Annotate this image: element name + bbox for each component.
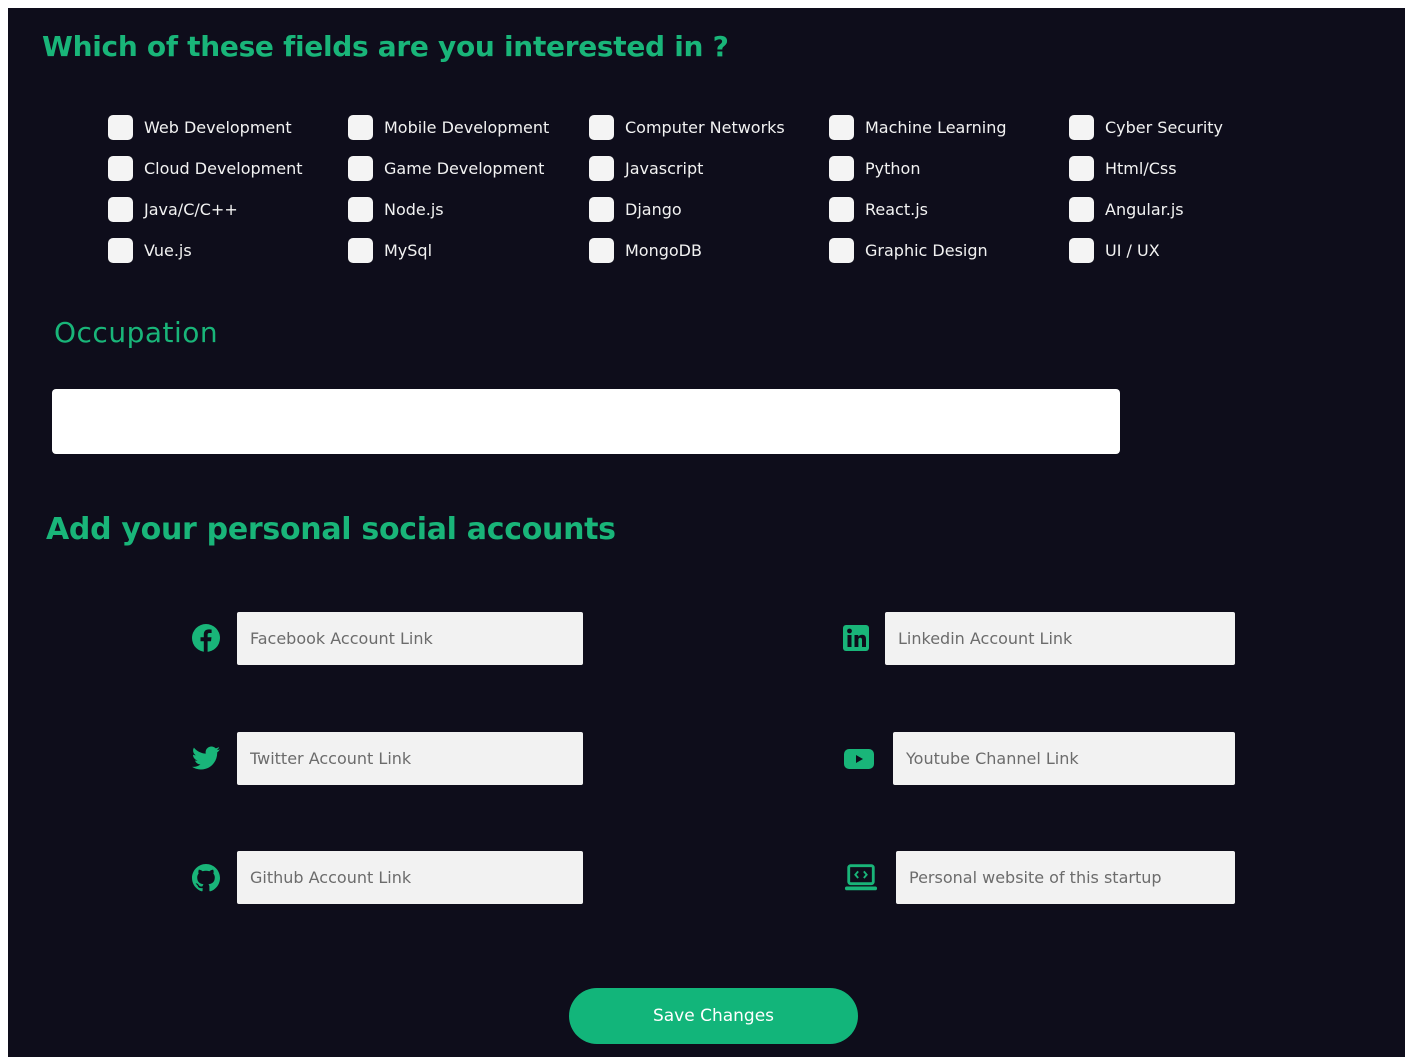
interest-checkbox[interactable] xyxy=(589,196,614,222)
interest-option[interactable]: Cloud Development xyxy=(108,155,303,181)
interest-option[interactable]: Graphic Design xyxy=(829,237,988,263)
interest-checkbox[interactable] xyxy=(589,114,614,140)
interest-checkbox[interactable] xyxy=(829,114,854,140)
linkedin-link-input[interactable] xyxy=(885,612,1235,665)
interests-heading: Which of these fields are you interested… xyxy=(42,30,729,63)
interest-checkbox[interactable] xyxy=(108,155,133,181)
interest-label: Html/Css xyxy=(1105,158,1177,178)
interest-label: Python xyxy=(865,158,921,178)
website-link-input[interactable] xyxy=(896,851,1235,904)
interest-checkbox[interactable] xyxy=(1069,237,1094,263)
interest-label: Cyber Security xyxy=(1105,117,1224,137)
interest-label: Mobile Development xyxy=(384,117,550,137)
interest-label: Cloud Development xyxy=(144,158,303,178)
twitter-icon xyxy=(189,742,223,776)
github-icon xyxy=(189,861,223,895)
facebook-icon xyxy=(189,621,223,655)
interest-checkbox[interactable] xyxy=(348,237,373,263)
interest-option[interactable]: Html/Css xyxy=(1069,155,1177,181)
interest-label: Java/C/C++ xyxy=(144,199,238,219)
interest-option[interactable]: Django xyxy=(589,196,682,222)
interest-option[interactable]: MySql xyxy=(348,237,432,263)
interest-checkbox[interactable] xyxy=(829,237,854,263)
interest-checkbox[interactable] xyxy=(829,155,854,181)
interest-checkbox[interactable] xyxy=(348,114,373,140)
interest-option[interactable]: Java/C/C++ xyxy=(108,196,238,222)
interest-label: Javascript xyxy=(625,158,704,178)
occupation-input[interactable] xyxy=(52,389,1120,454)
interest-option[interactable]: UI / UX xyxy=(1069,237,1160,263)
interest-label: Graphic Design xyxy=(865,240,988,260)
interest-option[interactable]: Angular.js xyxy=(1069,196,1184,222)
settings-panel: Which of these fields are you interested… xyxy=(8,8,1405,1057)
facebook-link-input[interactable] xyxy=(237,612,583,665)
interest-checkbox[interactable] xyxy=(348,196,373,222)
interest-checkbox[interactable] xyxy=(348,155,373,181)
interest-label: Game Development xyxy=(384,158,545,178)
interest-option[interactable]: Machine Learning xyxy=(829,114,1007,140)
interest-label: UI / UX xyxy=(1105,240,1160,260)
interest-label: React.js xyxy=(865,199,928,219)
interest-checkbox[interactable] xyxy=(589,155,614,181)
interest-label: Machine Learning xyxy=(865,117,1007,137)
interest-checkbox[interactable] xyxy=(1069,114,1094,140)
github-link-input[interactable] xyxy=(237,851,583,904)
interest-option[interactable]: Cyber Security xyxy=(1069,114,1223,140)
linkedin-icon xyxy=(839,621,873,655)
laptop-code-icon xyxy=(844,861,878,895)
interest-label: MySql xyxy=(384,240,433,260)
interest-checkbox[interactable] xyxy=(108,114,133,140)
interest-checkbox[interactable] xyxy=(589,237,614,263)
interest-checkbox[interactable] xyxy=(1069,196,1094,222)
interest-option[interactable]: Computer Networks xyxy=(589,114,785,140)
interest-label: Node.js xyxy=(384,199,444,219)
youtube-icon xyxy=(842,742,876,776)
interest-label: Angular.js xyxy=(1105,199,1184,219)
interest-option[interactable]: MongoDB xyxy=(589,237,702,263)
interest-label: Django xyxy=(625,199,682,219)
interest-label: Computer Networks xyxy=(625,117,785,137)
interest-label: MongoDB xyxy=(625,240,702,260)
interest-option[interactable]: Vue.js xyxy=(108,237,192,263)
interest-option[interactable]: Javascript xyxy=(589,155,703,181)
interest-checkbox[interactable] xyxy=(829,196,854,222)
interest-checkbox[interactable] xyxy=(108,237,133,263)
occupation-heading: Occupation xyxy=(54,316,219,349)
interest-label: Vue.js xyxy=(144,240,192,260)
interest-option[interactable]: Node.js xyxy=(348,196,444,222)
twitter-link-input[interactable] xyxy=(237,732,583,785)
social-accounts-heading: Add your personal social accounts xyxy=(46,512,616,547)
youtube-link-input[interactable] xyxy=(893,732,1235,785)
interest-option[interactable]: Web Development xyxy=(108,114,292,140)
interest-checkbox[interactable] xyxy=(1069,155,1094,181)
interest-label: Web Development xyxy=(144,117,292,137)
save-changes-button[interactable]: Save Changes xyxy=(569,988,858,1044)
interest-option[interactable]: React.js xyxy=(829,196,928,222)
interest-option[interactable]: Python xyxy=(829,155,920,181)
interest-option[interactable]: Game Development xyxy=(348,155,544,181)
interest-option[interactable]: Mobile Development xyxy=(348,114,549,140)
interest-checkbox[interactable] xyxy=(108,196,133,222)
